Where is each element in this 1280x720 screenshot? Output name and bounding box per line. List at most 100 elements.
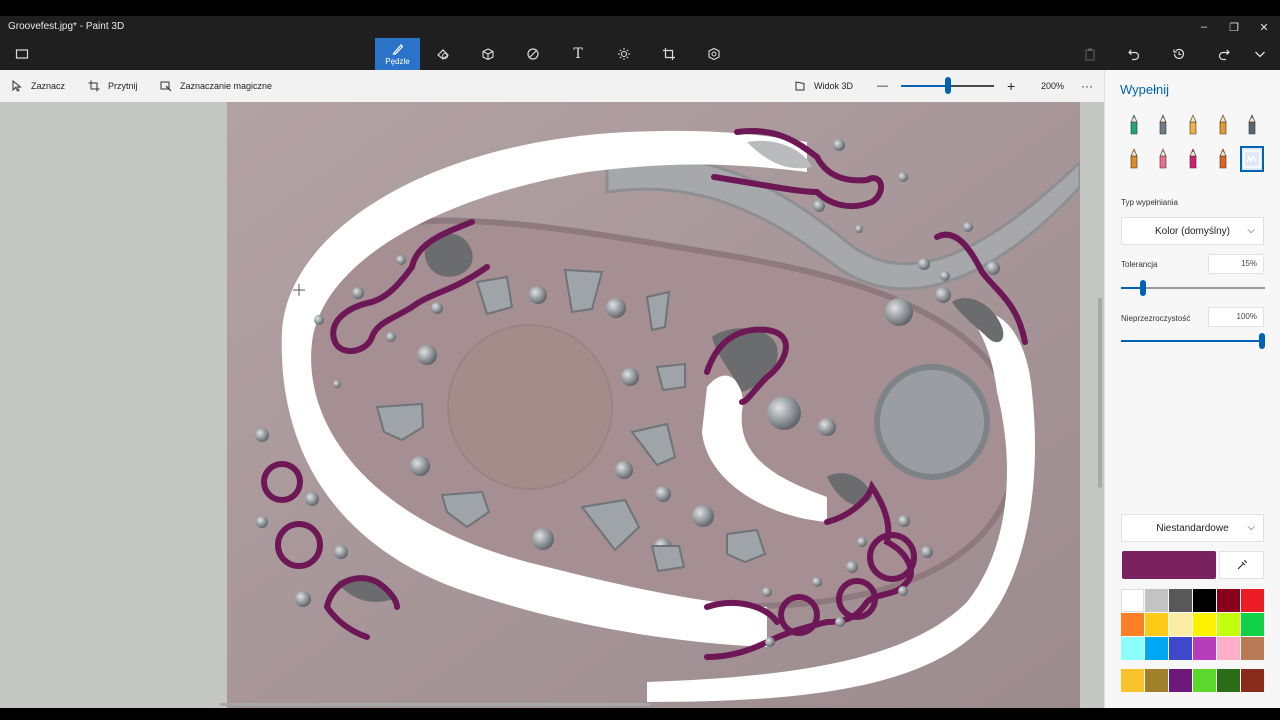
sun-icon <box>618 48 630 60</box>
oil-brush-icon[interactable] <box>1181 112 1205 138</box>
color-swatch[interactable] <box>1145 589 1168 612</box>
watercolor-icon[interactable] <box>1211 112 1235 138</box>
custom-colors-dropdown[interactable]: Niestandardowe ⌵ <box>1121 514 1264 542</box>
tolerance-slider[interactable] <box>1121 280 1265 296</box>
select-label: Zaznacz <box>31 81 66 91</box>
history-button[interactable] <box>1157 38 1201 70</box>
color-swatch[interactable] <box>1217 613 1240 636</box>
more-options-button[interactable]: ··· <box>1081 70 1093 102</box>
library-3d-icon <box>708 47 720 61</box>
letterbox-bottom <box>0 708 1280 720</box>
paint3d-window: Groovefest.jpg* - Paint 3D – ❐ ✕ Pędzle … <box>0 0 1280 720</box>
window-title: Groovefest.jpg* - Paint 3D <box>8 21 125 32</box>
color-swatch[interactable] <box>1121 589 1144 612</box>
custom-colors-label: Niestandardowe <box>1156 522 1229 534</box>
pointer-icon <box>12 80 22 92</box>
zoom-out-button[interactable]: — <box>877 70 888 102</box>
color-swatch[interactable] <box>1241 589 1264 612</box>
cube-icon <box>482 48 494 61</box>
custom-color-swatch[interactable] <box>1217 669 1240 692</box>
color-swatch[interactable] <box>1217 637 1240 660</box>
custom-color-swatch[interactable] <box>1145 669 1168 692</box>
drawing-canvas[interactable] <box>227 102 1082 708</box>
horizontal-scrollbar[interactable] <box>220 703 650 706</box>
calligraphy-pen-icon[interactable] <box>1151 112 1175 138</box>
color-swatch[interactable] <box>1241 637 1264 660</box>
crop-canvas-icon <box>663 48 675 60</box>
letterbox <box>0 0 1280 16</box>
expand-button[interactable] <box>1240 38 1280 70</box>
fill-type-label: Typ wypełniania <box>1121 198 1178 207</box>
zoom-slider-thumb[interactable] <box>944 77 951 94</box>
zoom-in-button[interactable]: + <box>1007 70 1015 102</box>
fill-panel: Wypełnij Typ wypełniania Kolor (domyślny… <box>1104 70 1280 708</box>
opacity-slider[interactable] <box>1121 333 1265 349</box>
fill-type-dropdown[interactable]: Kolor (domyślny) ⌵ <box>1121 217 1264 245</box>
zoom-value: 200% <box>1041 81 1065 91</box>
tab-brushes[interactable]: Pędzle <box>375 38 420 70</box>
color-swatch[interactable] <box>1169 589 1192 612</box>
custom-color-swatch[interactable] <box>1241 669 1264 692</box>
select-button[interactable]: Zaznacz <box>11 70 65 102</box>
color-swatch[interactable] <box>1121 613 1144 636</box>
eraser-icon[interactable] <box>1151 146 1175 172</box>
folder-icon <box>15 49 29 59</box>
color-swatch[interactable] <box>1169 613 1192 636</box>
close-button[interactable]: ✕ <box>1249 16 1279 38</box>
fill-type-value: Kolor (domyślny) <box>1154 225 1231 237</box>
magic-select-button[interactable]: Zaznaczanie magiczne <box>160 70 272 102</box>
tab-2d-shapes[interactable] <box>421 38 465 70</box>
crop-icon <box>88 80 100 92</box>
color-swatch[interactable] <box>1217 589 1240 612</box>
color-swatch[interactable] <box>1145 637 1168 660</box>
crayon-icon[interactable] <box>1181 146 1205 172</box>
spray-can-icon[interactable] <box>1211 146 1235 172</box>
color-swatch[interactable] <box>1145 613 1168 636</box>
magic-select-label: Zaznaczanie magiczne <box>180 81 273 91</box>
minimize-button[interactable]: – <box>1189 16 1219 38</box>
fill-icon[interactable] <box>1240 146 1264 172</box>
custom-color-swatch[interactable] <box>1193 669 1216 692</box>
menu-button[interactable] <box>0 38 44 70</box>
eyedropper-button[interactable] <box>1219 551 1264 579</box>
tab-3d-shapes[interactable] <box>466 38 510 70</box>
vertical-scrollbar[interactable] <box>1098 298 1102 488</box>
color-swatch[interactable] <box>1193 637 1216 660</box>
custom-color-swatch[interactable] <box>1169 669 1192 692</box>
opacity-slider-fill <box>1121 340 1265 342</box>
current-color-swatch[interactable] <box>1122 551 1216 579</box>
tab-3d-library[interactable] <box>692 38 736 70</box>
tab-effects[interactable] <box>602 38 646 70</box>
color-swatch[interactable] <box>1193 613 1216 636</box>
pencil-icon[interactable] <box>1122 146 1146 172</box>
canvas-image <box>227 102 1082 708</box>
maximize-button[interactable]: ❐ <box>1219 16 1249 38</box>
opacity-input[interactable]: 100% <box>1208 307 1264 327</box>
color-swatch[interactable] <box>1169 637 1192 660</box>
view-3d-icon <box>795 81 805 91</box>
opacity-slider-thumb[interactable] <box>1259 333 1265 349</box>
view-3d-button[interactable]: Widok 3D <box>794 70 853 102</box>
tab-stickers[interactable] <box>511 38 555 70</box>
crop-label: Przytnij <box>108 81 138 91</box>
tolerance-slider-thumb[interactable] <box>1139 280 1146 296</box>
brush-icon <box>392 44 403 56</box>
color-swatch[interactable] <box>1121 637 1144 660</box>
tolerance-input[interactable]: 15% <box>1208 254 1264 274</box>
custom-color-swatch[interactable] <box>1121 669 1144 692</box>
view-3d-label: Widok 3D <box>814 81 854 91</box>
tab-text[interactable]: T <box>556 38 600 70</box>
sticker-icon <box>527 48 539 60</box>
paste-button[interactable] <box>1068 38 1112 70</box>
color-swatch[interactable] <box>1241 613 1264 636</box>
title-bar: Groovefest.jpg* - Paint 3D – ❐ ✕ <box>0 16 1280 38</box>
color-swatch[interactable] <box>1193 589 1216 612</box>
chevron-down-icon: ⌵ <box>1247 522 1255 533</box>
marker-icon[interactable] <box>1122 112 1146 138</box>
magic-select-icon <box>160 81 172 92</box>
undo-button[interactable] <box>1112 38 1156 70</box>
shapes-2d-icon <box>437 49 449 60</box>
pixel-pen-icon[interactable] <box>1240 112 1264 138</box>
crop-button[interactable]: Przytnij <box>88 70 138 102</box>
tab-canvas[interactable] <box>647 38 691 70</box>
